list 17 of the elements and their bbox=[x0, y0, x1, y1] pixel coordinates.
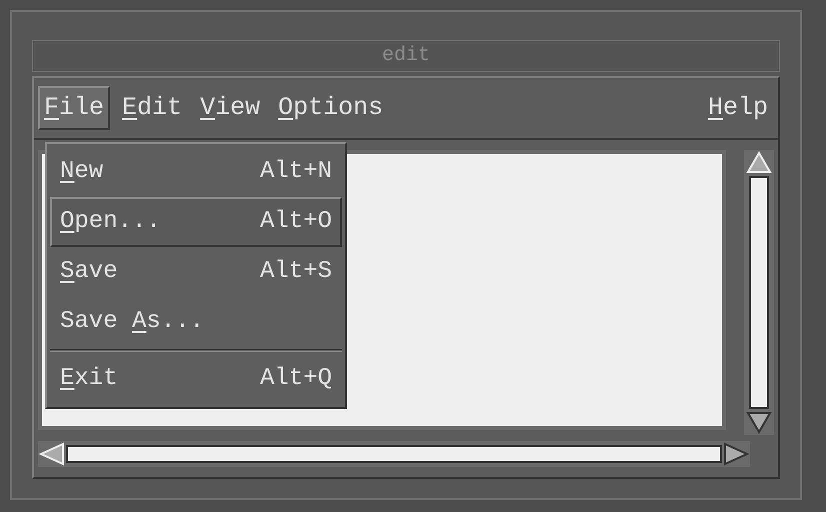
menu-item[interactable]: Edit bbox=[116, 86, 188, 130]
vertical-scrollbar[interactable] bbox=[744, 150, 774, 435]
horizontal-scrollbar[interactable] bbox=[38, 441, 750, 467]
left-arrow-icon[interactable] bbox=[38, 442, 66, 466]
menu-item[interactable]: File bbox=[38, 86, 110, 130]
menu-item[interactable]: View bbox=[194, 86, 266, 130]
menu-item[interactable]: Options bbox=[272, 86, 390, 130]
menu-option[interactable]: Save As... bbox=[50, 297, 342, 347]
menu-option[interactable]: Save Alt+S bbox=[50, 247, 342, 297]
window-title: edit bbox=[382, 43, 430, 69]
right-arrow-icon[interactable] bbox=[722, 442, 750, 466]
down-arrow-icon[interactable] bbox=[746, 409, 772, 435]
menu-option[interactable]: Open... Alt+O bbox=[50, 197, 342, 247]
menu-item[interactable]: Help bbox=[702, 86, 774, 130]
menu-option[interactable]: New Alt+N bbox=[50, 147, 342, 197]
up-arrow-icon[interactable] bbox=[746, 150, 772, 176]
menu-option[interactable]: Exit Alt+Q bbox=[50, 354, 342, 404]
